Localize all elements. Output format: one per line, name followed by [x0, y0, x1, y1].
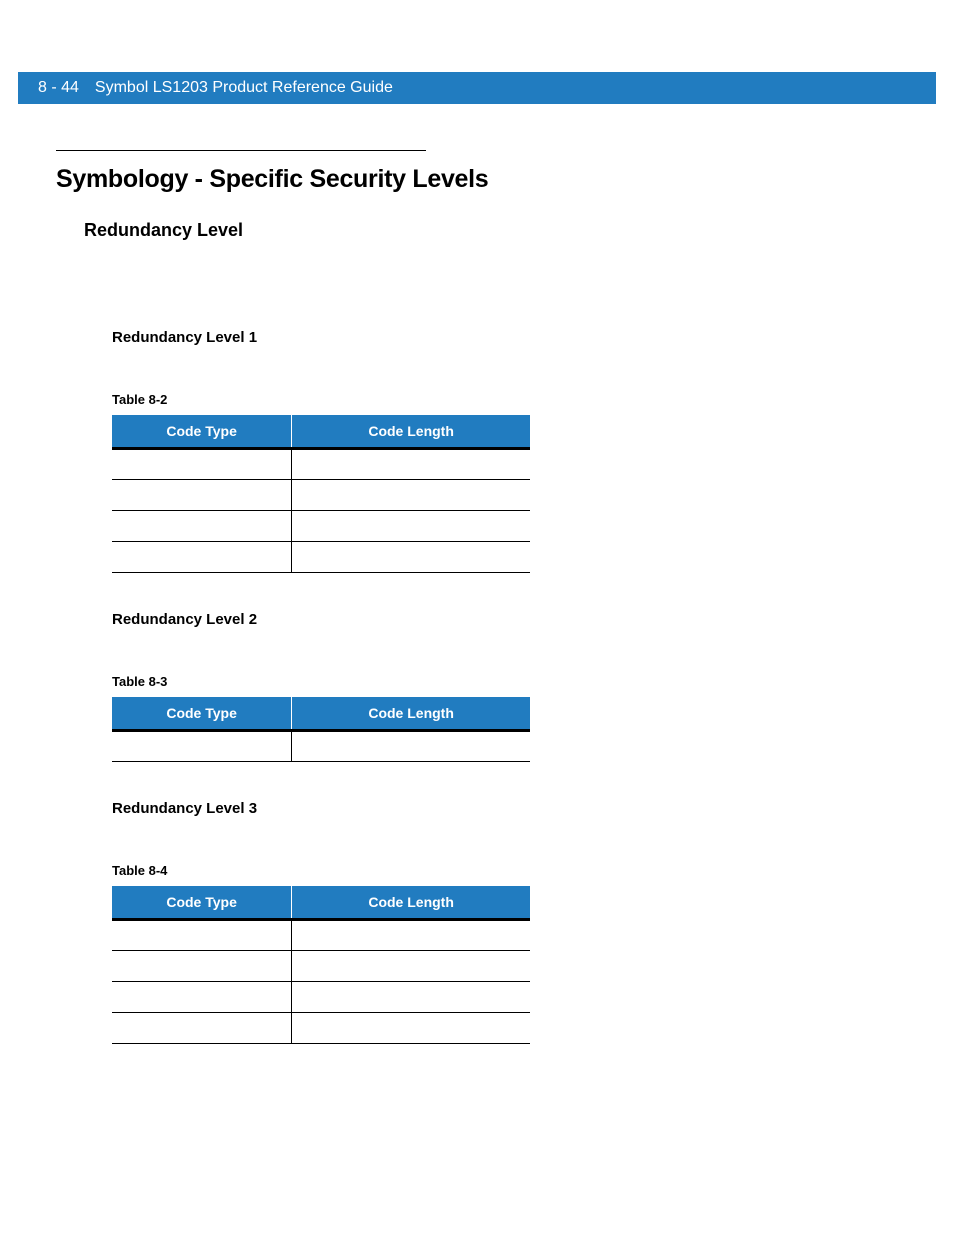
table-row — [112, 1013, 530, 1044]
col-header-code-length: Code Length — [292, 415, 530, 449]
table-redundancy-2: Code Type Code Length — [112, 697, 530, 762]
table-redundancy-1: Code Type Code Length — [112, 415, 530, 573]
cell-code-length — [292, 982, 530, 1013]
cell-code-length — [292, 1013, 530, 1044]
redundancy-level-1: Redundancy Level 1 Table 8-2 Code Type C… — [112, 329, 896, 601]
cell-code-type — [112, 731, 292, 762]
col-header-code-type: Code Type — [112, 886, 292, 920]
cell-code-type — [112, 920, 292, 951]
table-caption: Table 8-4 — [112, 863, 896, 878]
cell-code-type — [112, 951, 292, 982]
section-title: Symbology - Specific Security Levels — [56, 165, 896, 194]
redundancy-level-3: Redundancy Level 3 Table 8-4 Code Type C… — [112, 800, 896, 1044]
cell-code-length — [292, 920, 530, 951]
level-title: Redundancy Level 1 — [112, 329, 896, 346]
table-caption: Table 8-2 — [112, 392, 896, 407]
cell-code-type — [112, 542, 292, 573]
table-row — [112, 449, 530, 480]
table-row — [112, 480, 530, 511]
table-row — [112, 731, 530, 762]
cell-code-length — [292, 449, 530, 480]
doc-title: Symbol LS1203 Product Reference Guide — [95, 79, 393, 97]
cell-code-length — [292, 951, 530, 982]
cell-code-type — [112, 449, 292, 480]
cell-code-length — [292, 511, 530, 542]
cell-code-length — [292, 542, 530, 573]
cell-code-type — [112, 480, 292, 511]
page-number: 8 - 44 — [38, 79, 79, 97]
redundancy-level-2: Redundancy Level 2 Table 8-3 Code Type C… — [112, 611, 896, 790]
cell-code-length — [292, 731, 530, 762]
table-row — [112, 511, 530, 542]
col-header-code-type: Code Type — [112, 415, 292, 449]
page-content: Symbology - Specific Security Levels Red… — [56, 150, 896, 1054]
table-row — [112, 982, 530, 1013]
table-row — [112, 951, 530, 982]
table-row — [112, 542, 530, 573]
col-header-code-length: Code Length — [292, 697, 530, 731]
table-row — [112, 920, 530, 951]
level-title: Redundancy Level 2 — [112, 611, 896, 628]
page-header-bar: 8 - 44 Symbol LS1203 Product Reference G… — [18, 72, 936, 104]
table-caption: Table 8-3 — [112, 674, 896, 689]
section-top-rule — [56, 150, 426, 151]
cell-code-type — [112, 511, 292, 542]
cell-code-type — [112, 982, 292, 1013]
level-title: Redundancy Level 3 — [112, 800, 896, 817]
col-header-code-type: Code Type — [112, 697, 292, 731]
col-header-code-length: Code Length — [292, 886, 530, 920]
subsection-title: Redundancy Level — [84, 220, 896, 241]
cell-code-type — [112, 1013, 292, 1044]
table-redundancy-3: Code Type Code Length — [112, 886, 530, 1044]
cell-code-length — [292, 480, 530, 511]
